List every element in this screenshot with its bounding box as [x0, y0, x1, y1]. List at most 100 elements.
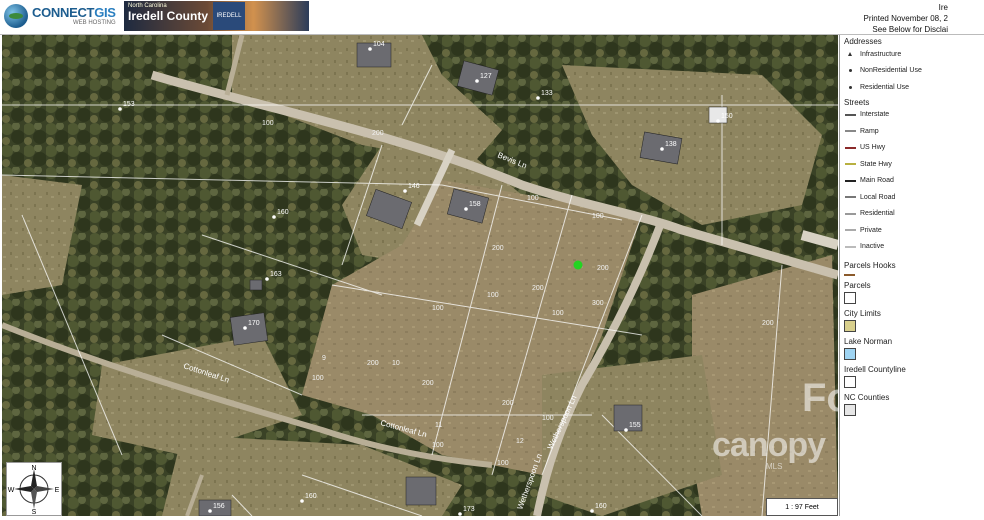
address-point[interactable] — [624, 428, 628, 432]
lot-dimension: 200 — [372, 130, 384, 137]
lot-dimension: 200 — [532, 285, 544, 292]
address-label: 163 — [270, 271, 282, 278]
map-scale: 1 : 97 Feet — [766, 498, 838, 516]
address-point[interactable] — [208, 509, 212, 513]
address-point[interactable] — [716, 119, 720, 123]
address-label: 133 — [541, 90, 553, 97]
legend-label: NonResidential Use — [860, 67, 922, 75]
lot-dimension: 100 — [432, 305, 444, 312]
line-swatch-icon — [844, 130, 856, 133]
globe-icon — [4, 4, 28, 28]
compass-icon: N S E W — [8, 465, 60, 516]
address-point[interactable] — [464, 207, 468, 211]
address-point[interactable] — [536, 96, 540, 100]
lot-dimension: 100 — [487, 292, 499, 299]
compass-w: W — [8, 487, 15, 494]
address-point[interactable] — [300, 499, 304, 503]
legend-label: Residential — [860, 210, 895, 218]
lot-dimension: 200 — [367, 360, 379, 367]
legend-layer-label: NC Counties — [844, 392, 890, 402]
north-arrow: N S E W — [6, 462, 62, 516]
address-label: 158 — [469, 201, 481, 208]
legend-item-street: Private — [840, 222, 984, 239]
address-point[interactable] — [660, 147, 664, 151]
line-swatch-icon — [844, 212, 856, 215]
aerial-map: Bevis Ln Cottonleaf Ln Cottonleaf Ln Wet… — [2, 35, 838, 516]
address-label: 127 — [480, 73, 492, 80]
dot-icon — [848, 69, 852, 73]
lot-dimension: 100 — [262, 120, 274, 127]
address-label: 156 — [213, 503, 225, 510]
legend-layer-label: Iredell Countyline — [844, 364, 906, 374]
line-swatch-icon — [844, 179, 856, 182]
legend-layer-label: Lake Norman — [844, 336, 893, 346]
address-point[interactable] — [403, 189, 407, 193]
lot-dimension: 200 — [492, 245, 504, 252]
compass-s: S — [32, 509, 37, 515]
legend-label: Local Road — [860, 193, 896, 201]
logo-subtitle: WEB HOSTING — [73, 20, 116, 26]
dot-icon — [848, 85, 852, 89]
legend-label: Main Road — [860, 177, 894, 185]
address-point[interactable] — [265, 277, 269, 281]
address-label: 173 — [463, 506, 475, 513]
legend-parcels-hooks: Parcels Hooks — [840, 257, 984, 274]
legend-layer-label: City Limits — [844, 308, 881, 318]
legend-layer-label: Parcels — [844, 280, 871, 290]
address-point[interactable] — [590, 509, 594, 513]
legend-label: Private — [860, 226, 882, 234]
lot-dimension: 100 — [592, 213, 604, 220]
legend-item-street: Ramp — [840, 123, 984, 140]
address-point[interactable] — [458, 512, 462, 516]
compass-e: E — [55, 487, 60, 494]
legend-item-street: Residential — [840, 206, 984, 223]
address-label: 104 — [373, 41, 385, 48]
legend-label: Parcels Hooks — [844, 260, 896, 270]
lot-dimension: 200 — [502, 400, 514, 407]
line-swatch-icon — [844, 196, 856, 199]
legend-item-street: Local Road — [840, 189, 984, 206]
lot-dimension: 300 — [592, 300, 604, 307]
legend-item-street: Inactive — [840, 239, 984, 256]
address-point[interactable] — [118, 107, 122, 111]
logo-title: CONNECTGIS — [32, 5, 116, 20]
subject-parcel-marker[interactable] — [573, 260, 583, 270]
legend-item-street: Interstate — [840, 107, 984, 124]
compass-n: N — [31, 465, 36, 472]
layer-swatch — [844, 319, 856, 332]
county-name: Iredell County — [128, 9, 209, 23]
address-point[interactable] — [368, 47, 372, 51]
line-swatch-icon — [844, 163, 856, 166]
address-label: 160 — [595, 503, 607, 510]
lot-dimension: 200 — [597, 265, 609, 272]
legend-item-street: US Hwy — [840, 140, 984, 157]
legend-item-street: Main Road — [840, 173, 984, 190]
lot-dimension: 200 — [762, 320, 774, 327]
print-disclaimer: See Below for Disclai — [872, 25, 948, 34]
address-label: 150 — [721, 113, 733, 120]
map-view[interactable]: Bevis Ln Cottonleaf Ln Cottonleaf Ln Wet… — [2, 35, 838, 516]
layer-swatch — [844, 375, 856, 388]
connectgis-logo[interactable]: CONNECTGIS WEB HOSTING — [4, 2, 124, 30]
address-point[interactable] — [475, 79, 479, 83]
lot-number: 11 — [435, 422, 442, 429]
lot-dimension: 100 — [552, 310, 564, 317]
legend-item-infrastructure: Infrastructure — [840, 46, 984, 63]
print-info: Ire Printed November 08, 2 See Below for… — [864, 2, 949, 35]
county-seal: IREDELL — [213, 2, 246, 30]
address-label: 160 — [277, 209, 289, 216]
address-point[interactable] — [272, 215, 276, 219]
lot-number: 12 — [516, 438, 524, 445]
lot-dimension: 200 — [422, 380, 434, 387]
address-point[interactable] — [243, 326, 247, 330]
address-label: 155 — [629, 422, 641, 429]
legend-label: US Hwy — [860, 144, 886, 152]
legend-label: Infrastructure — [860, 50, 902, 58]
address-label: 160 — [305, 493, 317, 500]
layer-swatch — [844, 291, 856, 304]
line-swatch-icon — [844, 113, 856, 116]
lot-dimension: 100 — [542, 415, 554, 422]
lot-dimension: 100 — [527, 195, 539, 202]
layer-swatch — [844, 347, 856, 360]
address-label: 170 — [248, 320, 260, 327]
